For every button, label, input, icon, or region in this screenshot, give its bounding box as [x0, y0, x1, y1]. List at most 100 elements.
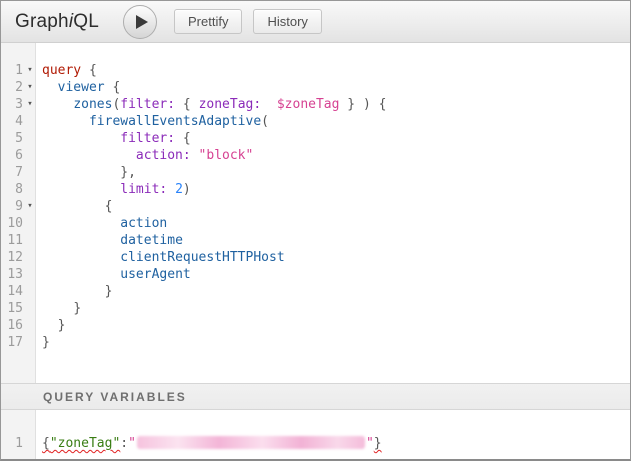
- code-token: {: [175, 131, 191, 146]
- line-number: 2: [1, 79, 23, 96]
- code-line[interactable]: 1{"zoneTag":""}: [1, 435, 630, 452]
- code-token: }: [105, 284, 113, 299]
- code-token: [261, 97, 277, 112]
- code-line[interactable]: 14 }: [1, 283, 630, 300]
- code-token: }: [374, 436, 382, 451]
- code-token: }: [73, 301, 81, 316]
- code-token: firewallEventsAdaptive: [89, 114, 261, 129]
- gutter-cell: 6: [1, 147, 37, 164]
- line-number: 10: [1, 215, 23, 232]
- code-token: "block": [199, 148, 254, 163]
- code-line-text: limit: 2): [37, 181, 191, 198]
- gutter-cell: 14: [1, 283, 37, 300]
- prettify-button[interactable]: Prettify: [174, 9, 242, 34]
- gutter-cell: 13: [1, 266, 37, 283]
- line-number: 16: [1, 317, 23, 334]
- gutter-cell: 2▾: [1, 79, 37, 96]
- variables-editor[interactable]: 1{"zoneTag":""}: [1, 410, 630, 459]
- code-token: [175, 97, 183, 112]
- query-variables-title: QUERY VARIABLES: [43, 390, 187, 404]
- code-line[interactable]: 5 filter: {: [1, 130, 630, 147]
- line-number: 11: [1, 232, 23, 249]
- code-token: [42, 80, 58, 95]
- code-line[interactable]: 10 action: [1, 215, 630, 232]
- query-editor-lines[interactable]: 1▾query {2▾ viewer {3▾ zones(filter: { z…: [1, 43, 630, 351]
- fold-toggle-icon[interactable]: ▾: [23, 62, 37, 79]
- code-line-text: userAgent: [37, 266, 191, 283]
- gutter-cell: 7: [1, 164, 37, 181]
- top-bar: GraphiQL Prettify History: [1, 1, 630, 43]
- code-token: userAgent: [120, 267, 190, 282]
- line-number: 7: [1, 164, 23, 181]
- line-number: 15: [1, 300, 23, 317]
- execute-query-button[interactable]: [123, 5, 157, 39]
- code-line[interactable]: 17}: [1, 334, 630, 351]
- code-line[interactable]: 7 },: [1, 164, 630, 181]
- line-number: 9: [1, 198, 23, 215]
- code-token: limit:: [120, 182, 167, 197]
- code-line-text: viewer {: [37, 79, 120, 96]
- code-line[interactable]: 2▾ viewer {: [1, 79, 630, 96]
- code-line-text: }: [37, 317, 65, 334]
- history-button[interactable]: History: [253, 9, 321, 34]
- code-token: ): [183, 182, 191, 197]
- query-variables-title-bar[interactable]: QUERY VARIABLES: [1, 383, 630, 410]
- query-editor[interactable]: 1▾query {2▾ viewer {3▾ zones(filter: { z…: [1, 43, 630, 383]
- code-line[interactable]: 6 action: "block": [1, 147, 630, 164]
- code-token: "zoneTag": [50, 436, 120, 451]
- code-line[interactable]: 1▾query {: [1, 62, 630, 79]
- fold-toggle-icon[interactable]: ▾: [23, 96, 37, 113]
- code-line[interactable]: 16 }: [1, 317, 630, 334]
- code-line-text: datetime: [37, 232, 183, 249]
- gutter-cell: 11: [1, 232, 37, 249]
- graphiql-logo: GraphiQL: [15, 11, 99, 33]
- line-number: 3: [1, 96, 23, 113]
- code-token: [42, 284, 105, 299]
- line-number: 1: [1, 435, 23, 452]
- line-number: 4: [1, 113, 23, 130]
- code-token: :: [120, 436, 128, 451]
- code-line[interactable]: 3▾ zones(filter: { zoneTag: $zoneTag } )…: [1, 96, 630, 113]
- code-token: {: [183, 97, 191, 112]
- code-token: viewer: [58, 80, 105, 95]
- code-line[interactable]: 8 limit: 2): [1, 181, 630, 198]
- code-token: zoneTag:: [199, 97, 262, 112]
- gutter-cell: 4: [1, 113, 37, 130]
- play-icon: [136, 15, 148, 29]
- code-token: [42, 148, 136, 163]
- code-token: [42, 199, 105, 214]
- code-token: filter:: [120, 97, 175, 112]
- code-token: [191, 148, 199, 163]
- code-line[interactable]: 4 firewallEventsAdaptive(: [1, 113, 630, 130]
- code-line[interactable]: 11 datetime: [1, 232, 630, 249]
- code-line[interactable]: 13 userAgent: [1, 266, 630, 283]
- code-line-text: query {: [37, 62, 97, 79]
- code-line-text: {: [37, 198, 112, 215]
- fold-toggle-icon[interactable]: ▾: [23, 79, 37, 96]
- variables-editor-lines[interactable]: 1{"zoneTag":""}: [1, 410, 630, 452]
- code-line-text: firewallEventsAdaptive(: [37, 113, 269, 130]
- code-line[interactable]: 9▾ {: [1, 198, 630, 215]
- gutter-cell: 8: [1, 181, 37, 198]
- line-number: 12: [1, 249, 23, 266]
- code-token: [42, 182, 120, 197]
- code-token: [167, 182, 175, 197]
- line-number: 14: [1, 283, 23, 300]
- code-token: [42, 267, 120, 282]
- code-line-text: }: [37, 283, 112, 300]
- logo-text-suffix: QL: [73, 11, 99, 32]
- fold-toggle-icon[interactable]: ▾: [23, 198, 37, 215]
- code-token: [42, 114, 89, 129]
- gutter-cell: 10: [1, 215, 37, 232]
- code-line[interactable]: 15 }: [1, 300, 630, 317]
- code-token: } ) {: [339, 97, 386, 112]
- code-token: 2: [175, 182, 183, 197]
- gutter-cell: 1: [1, 435, 37, 452]
- gutter-cell: 1▾: [1, 62, 37, 79]
- code-token: }: [42, 335, 50, 350]
- code-line-text: clientRequestHTTPHost: [37, 249, 285, 266]
- code-token: query: [42, 63, 81, 78]
- code-token: [42, 233, 120, 248]
- code-line-text: action: "block": [37, 147, 253, 164]
- code-line[interactable]: 12 clientRequestHTTPHost: [1, 249, 630, 266]
